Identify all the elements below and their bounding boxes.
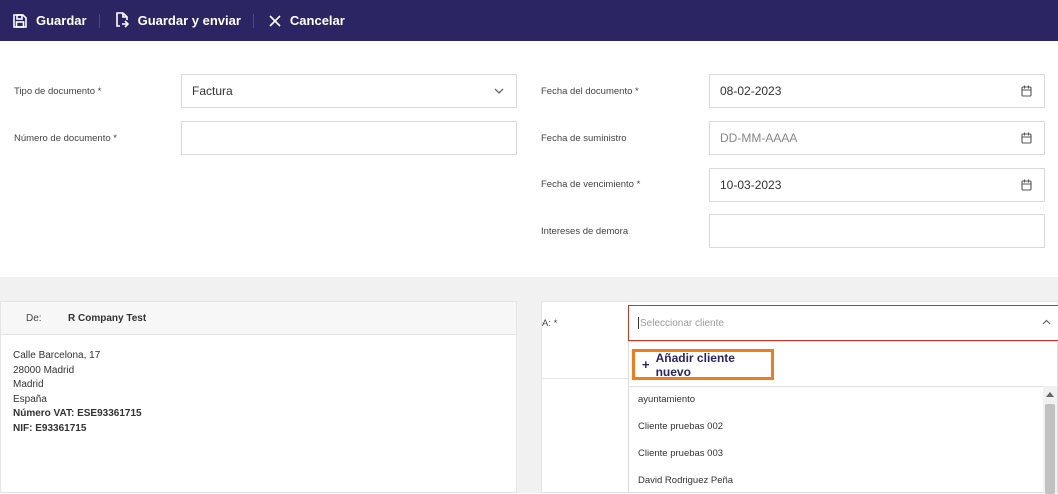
save-label: Guardar [36,13,87,28]
save-icon [13,13,27,28]
address-line: España [13,393,47,405]
toolbar-divider [98,13,100,28]
plus-icon: + [642,357,650,372]
doc-type-value: Factura [192,84,233,98]
save-and-send-button[interactable]: Guardar y enviar [112,0,253,41]
section-divider [0,277,1058,301]
calendar-icon[interactable] [1021,132,1032,144]
client-dropdown: + Añadir cliente nuevo ayuntamiento Clie… [628,341,1058,494]
close-icon [269,14,281,27]
to-label: A: * [542,318,558,329]
doc-date-label: Fecha del documento * [541,86,639,97]
from-address: Calle Barcelona, 17 28000 Madrid Madrid … [1,335,516,450]
scroll-up-arrow-icon[interactable] [1046,391,1054,397]
save-button[interactable]: Guardar [10,0,99,41]
add-new-client-button[interactable]: + Añadir cliente nuevo [632,349,774,380]
cancel-label: Cancelar [289,13,345,28]
address-line: 28000 Madrid [13,364,75,376]
client-option[interactable]: Cliente pruebas 003 [638,448,723,459]
dropdown-divider [629,386,1057,387]
document-form: Tipo de documento * Factura Número de do… [0,41,1058,277]
doc-number-label: Número de documento * [14,133,117,144]
doc-type-label: Tipo de documento * [14,86,102,97]
interest-label: Intereses de demora [541,226,629,237]
client-option[interactable]: David Rodriguez Peña [638,475,733,486]
address-line: Madrid [13,379,44,390]
toolbar: Guardar Guardar y enviar Cancelar [0,0,1058,41]
calendar-icon[interactable] [1021,179,1032,191]
due-date-label: Fecha de vencimiento * [541,179,641,190]
supply-date-input[interactable]: DD-MM-AAAA [709,121,1045,155]
vat-number: Número VAT: ESE93361715 [13,408,142,419]
toolbar-divider [252,13,254,28]
save-and-send-label: Guardar y enviar [137,13,241,28]
supply-date-label: Fecha de suministro [541,133,627,144]
doc-date-input[interactable]: 08-02-2023 [709,74,1045,108]
calendar-icon[interactable] [1021,85,1032,97]
client-select[interactable]: Seleccionar cliente [628,305,1058,341]
chevron-down-icon [494,88,504,94]
to-divider [542,378,630,379]
due-date-input[interactable]: 10-03-2023 [709,168,1045,202]
address-line: Calle Barcelona, 17 [13,350,101,361]
from-label: De: [26,312,42,324]
chevron-up-icon[interactable] [1042,319,1051,325]
from-panel: De: R Company Test Calle Barcelona, 17 2… [0,301,517,493]
client-select-placeholder: Seleccionar cliente [640,317,724,329]
from-company: R Company Test [68,312,147,324]
doc-date-value: 08-02-2023 [720,84,782,98]
supply-date-placeholder: DD-MM-AAAA [720,131,798,145]
scrollbar-thumb[interactable] [1045,404,1055,494]
cancel-button[interactable]: Cancelar [266,0,357,41]
due-date-value: 10-03-2023 [720,178,782,192]
doc-number-input[interactable] [181,121,517,155]
document-send-icon [115,12,129,28]
client-option[interactable]: ayuntamiento [638,394,695,405]
nif-number: NIF: E93361715 [13,422,87,434]
from-header: De: R Company Test [1,302,516,335]
interest-input[interactable] [709,214,1045,248]
add-new-client-label: Añadir cliente nuevo [655,350,735,379]
client-option[interactable]: Cliente pruebas 002 [638,421,723,432]
text-cursor [638,317,639,329]
doc-type-select[interactable]: Factura [181,74,517,108]
